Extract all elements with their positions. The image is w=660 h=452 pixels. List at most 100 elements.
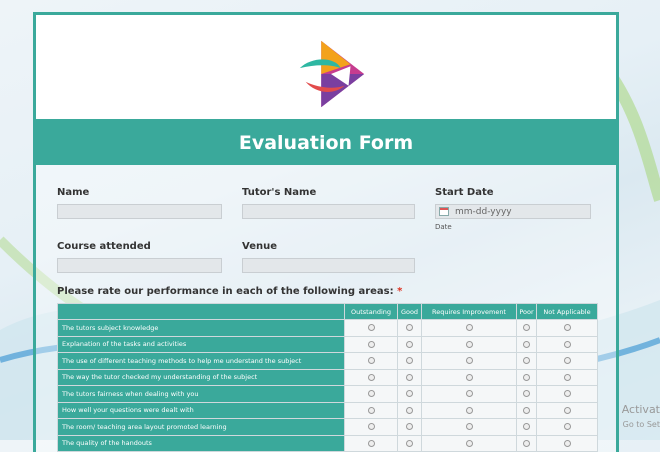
rating-radio[interactable] (367, 357, 375, 365)
rating-cell (536, 401, 598, 419)
rating-radio[interactable] (523, 390, 530, 398)
tutor-name-label: Tutor's Name (242, 187, 317, 198)
rating-cell (536, 434, 598, 452)
question-label: Explanation of the tasks and activities (57, 335, 345, 353)
rating-radio[interactable] (406, 357, 413, 365)
rating-radio[interactable] (465, 390, 473, 398)
rating-radio[interactable] (406, 324, 413, 332)
rating-radio[interactable] (367, 373, 375, 381)
question-label: The use of different teaching methods to… (57, 352, 345, 370)
rating-matrix: Outstanding Good Requires Improvement Po… (57, 303, 598, 452)
rating-radio[interactable] (563, 340, 571, 348)
question-label: The way the tutor checked my understandi… (57, 368, 345, 386)
date-placeholder: mm-dd-yyyy (455, 206, 512, 217)
rating-radio[interactable] (367, 406, 375, 414)
rating-radio[interactable] (367, 340, 375, 348)
rating-cell (516, 319, 537, 337)
activate-windows-text: Activat (621, 403, 660, 416)
name-label: Name (57, 187, 90, 198)
rating-cell (344, 368, 398, 386)
rating-radio[interactable] (367, 324, 375, 332)
rating-radio[interactable] (406, 390, 413, 398)
rating-radio[interactable] (367, 439, 375, 447)
matrix-row: The tutors fairness when dealing with yo… (57, 385, 598, 403)
matrix-row: The room/ teaching area layout promoted … (57, 418, 598, 436)
form-title: Evaluation Form (36, 119, 616, 165)
rating-cell (397, 434, 422, 452)
rating-cell (397, 401, 422, 419)
start-date-input[interactable]: mm-dd-yyyy (435, 204, 591, 219)
rating-radio[interactable] (406, 373, 413, 381)
rating-radio[interactable] (563, 357, 571, 365)
rating-cell (397, 319, 422, 337)
rating-radio[interactable] (367, 390, 375, 398)
rating-radio[interactable] (563, 324, 571, 332)
column-header: Not Applicable (536, 303, 598, 320)
rating-cell (421, 335, 517, 353)
rating-radio[interactable] (523, 439, 530, 447)
rating-radio[interactable] (563, 406, 571, 414)
rating-cell (536, 418, 598, 436)
calendar-icon[interactable] (439, 207, 449, 216)
rating-radio[interactable] (563, 423, 571, 431)
rating-cell (397, 418, 422, 436)
rating-radio[interactable] (465, 373, 473, 381)
column-header: Good (397, 303, 422, 320)
rating-radio[interactable] (465, 439, 473, 447)
rating-radio[interactable] (465, 324, 473, 332)
rating-cell (397, 368, 422, 386)
activate-windows-subtext: Go to Set (622, 420, 660, 429)
rating-cell (344, 335, 398, 353)
rating-cell (536, 368, 598, 386)
rating-radio[interactable] (367, 423, 375, 431)
course-attended-input[interactable] (57, 258, 222, 273)
question-label: The room/ teaching area layout promoted … (57, 418, 345, 436)
rating-cell (421, 319, 517, 337)
rating-cell (536, 335, 598, 353)
name-input[interactable] (57, 204, 222, 219)
rating-cell (516, 434, 537, 452)
course-attended-label: Course attended (57, 241, 151, 252)
rating-radio[interactable] (406, 423, 413, 431)
rating-cell (344, 385, 398, 403)
rating-radio[interactable] (406, 439, 413, 447)
rating-radio[interactable] (523, 324, 530, 332)
logo-area (36, 15, 616, 119)
rating-cell (397, 385, 422, 403)
rating-cell (397, 352, 422, 370)
column-header: Poor (516, 303, 537, 320)
rating-cell (516, 385, 537, 403)
rating-radio[interactable] (523, 340, 530, 348)
rating-prompt-text: Please rate our performance in each of t… (57, 286, 394, 297)
column-header: Outstanding (344, 303, 398, 320)
matrix-row: The use of different teaching methods to… (57, 352, 598, 370)
rating-cell (344, 352, 398, 370)
rating-radio[interactable] (523, 373, 530, 381)
rating-cell (516, 401, 537, 419)
rating-cell (344, 319, 398, 337)
rating-cell (421, 434, 517, 452)
matrix-row: Explanation of the tasks and activities (57, 335, 598, 353)
rating-radio[interactable] (523, 423, 530, 431)
rating-cell (421, 401, 517, 419)
form-frame: Evaluation Form Name Tutor's Name Start … (33, 12, 619, 452)
rating-radio[interactable] (465, 340, 473, 348)
rating-radio[interactable] (523, 357, 530, 365)
rating-cell (536, 385, 598, 403)
rating-radio[interactable] (465, 357, 473, 365)
rating-radio[interactable] (563, 373, 571, 381)
rating-cell (516, 335, 537, 353)
rating-radio[interactable] (465, 423, 473, 431)
rating-radio[interactable] (465, 406, 473, 414)
rating-radio[interactable] (406, 340, 413, 348)
rating-cell (421, 385, 517, 403)
rating-radio[interactable] (523, 406, 530, 414)
brand-logo (299, 40, 365, 108)
tutor-name-input[interactable] (242, 204, 415, 219)
rating-radio[interactable] (563, 390, 571, 398)
venue-input[interactable] (242, 258, 415, 273)
rating-cell (421, 368, 517, 386)
rating-radio[interactable] (406, 406, 413, 414)
rating-radio[interactable] (563, 439, 571, 447)
start-date-label: Start Date (435, 187, 494, 198)
